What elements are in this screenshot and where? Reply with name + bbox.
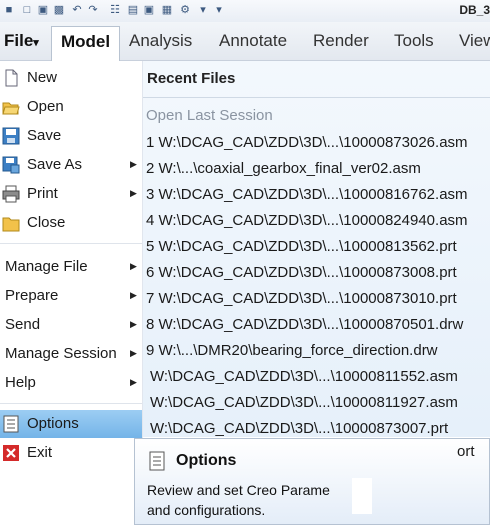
customize-icon[interactable]: ▾	[196, 4, 210, 17]
menu-item-save-label: Save	[27, 127, 62, 144]
recent-files-title: Recent Files	[147, 70, 236, 87]
save-icon[interactable]: ▩	[52, 4, 66, 17]
close-window-icon[interactable]: ▦	[160, 4, 174, 17]
partial-file-text: ort	[457, 443, 475, 460]
submenu-arrow-icon: ▶	[130, 261, 137, 271]
recent-files-divider	[143, 97, 490, 98]
submenu-arrow-icon: ▶	[130, 159, 137, 169]
window-icon[interactable]: ▤	[126, 4, 140, 17]
recent-file-item[interactable]: 5 W:\DCAG_CAD\ZDD\3D\...\10000813562.prt	[146, 238, 457, 255]
recent-file-item[interactable]: 4 W:\DCAG_CAD\ZDD\3D\...\10000824940.asm	[146, 212, 468, 229]
recent-file-item[interactable]: W:\DCAG_CAD\ZDD\3D\...\10000811552.asm	[150, 368, 458, 385]
menu-item-open-label: Open	[27, 98, 64, 115]
menu-item-exit[interactable]: Exit	[0, 439, 142, 466]
menu-item-manage-session-label: Manage Session	[5, 345, 117, 362]
menu-item-save[interactable]: Save	[0, 122, 142, 149]
menu-item-manage-session[interactable]: Manage Session ▶	[0, 340, 142, 367]
submenu-arrow-icon: ▶	[130, 290, 137, 300]
chevron-down-icon: ▾	[33, 37, 39, 49]
menu-item-save-as[interactable]: Save As ▶	[0, 151, 142, 178]
close-folder-icon	[2, 217, 20, 232]
menu-item-exit-label: Exit	[27, 444, 53, 461]
printer-icon	[2, 185, 20, 203]
tab-file-label: File	[4, 31, 34, 50]
menu-item-print-label: Print	[27, 185, 58, 202]
submenu-arrow-icon: ▶	[130, 319, 137, 329]
menu-item-print[interactable]: Print ▶	[0, 180, 142, 207]
tab-annotate[interactable]: Annotate	[219, 29, 287, 60]
window-title: DB_3	[459, 3, 490, 17]
ribbon-tabs: File▾ Model Analysis Annotate Render Too…	[0, 22, 490, 61]
recent-file-item[interactable]: W:\DCAG_CAD\ZDD\3D\...\10000811927.asm	[150, 394, 458, 411]
save-icon	[2, 127, 20, 145]
tab-tools[interactable]: Tools	[394, 29, 434, 60]
settings-icon[interactable]: ⚙	[178, 4, 192, 17]
menu-item-prepare-label: Prepare	[5, 287, 59, 304]
menu-item-open[interactable]: Open	[0, 93, 142, 120]
tab-view[interactable]: View	[459, 29, 490, 60]
save-as-icon	[2, 156, 20, 174]
recent-file-item[interactable]: 3 W:\DCAG_CAD\ZDD\3D\...\10000816762.asm	[146, 186, 468, 203]
recent-file-item[interactable]: 2 W:\...\coaxial_gearbox_final_ver02.asm	[146, 160, 421, 177]
menu-item-close[interactable]: Close	[0, 209, 142, 236]
quick-access-toolbar: ■ □ ▣ ▩ ↶ ↷ ☷ ▤ ▣ ▦ ⚙ ▾ ▾ DB_3	[0, 0, 490, 23]
menu-item-prepare[interactable]: Prepare ▶	[0, 282, 142, 309]
recent-file-item[interactable]: 6 W:\DCAG_CAD\ZDD\3D\...\10000873008.prt	[146, 264, 457, 281]
toolbar-more-icon[interactable]: ▾	[212, 4, 226, 17]
recent-files-panel: Recent Files Open Last Session 1 W:\DCAG…	[143, 61, 490, 437]
options-icon	[149, 451, 165, 471]
recent-file-item[interactable]: 9 W:\...\DMR20\bearing_force_direction.d…	[146, 342, 438, 359]
regenerate-icon[interactable]: ☷	[108, 4, 122, 17]
menu-item-new[interactable]: New	[0, 64, 142, 91]
tab-render[interactable]: Render	[313, 29, 369, 60]
menu-divider	[0, 243, 142, 244]
options-tooltip: Options Review and set Creo Parame and c…	[134, 438, 490, 525]
submenu-arrow-icon: ▶	[130, 377, 137, 387]
folder-icon[interactable]: ▣	[142, 4, 156, 17]
open-last-session-link[interactable]: Open Last Session	[146, 107, 273, 124]
recent-file-item[interactable]: 7 W:\DCAG_CAD\ZDD\3D\...\10000873010.prt	[146, 290, 457, 307]
menu-item-send-label: Send	[5, 316, 41, 333]
menu-item-options-label: Options	[27, 415, 79, 432]
menu-divider	[0, 403, 142, 404]
tooltip-occlusion	[352, 478, 372, 514]
menu-item-manage-file-label: Manage File	[5, 258, 88, 275]
recent-file-item[interactable]: 8 W:\DCAG_CAD\ZDD\3D\...\10000870501.drw	[146, 316, 463, 333]
new-file-icon[interactable]: □	[20, 4, 34, 17]
open-folder-icon[interactable]: ▣	[36, 4, 50, 17]
menu-item-manage-file[interactable]: Manage File ▶	[0, 253, 142, 280]
recent-file-item[interactable]: W:\DCAG_CAD\ZDD\3D\...\10000873007.prt	[150, 420, 448, 437]
redo-icon[interactable]: ↷	[86, 4, 100, 17]
tab-file[interactable]: File▾	[0, 29, 52, 60]
menu-item-help[interactable]: Help ▶	[0, 369, 142, 396]
undo-icon[interactable]: ↶	[70, 4, 84, 17]
file-menu: New Open Save Save As ▶ Print ▶ Close Ma…	[0, 61, 143, 525]
menu-item-save-as-label: Save As	[27, 156, 83, 173]
recent-file-item[interactable]: 1 W:\DCAG_CAD\ZDD\3D\...\10000873026.asm	[146, 134, 468, 151]
menu-item-new-label: New	[27, 69, 58, 86]
exit-icon	[3, 445, 19, 461]
menu-item-options[interactable]: Options	[0, 410, 142, 438]
menu-item-close-label: Close	[27, 214, 66, 231]
menu-item-send[interactable]: Send ▶	[0, 311, 142, 338]
submenu-arrow-icon: ▶	[130, 188, 137, 198]
submenu-arrow-icon: ▶	[130, 348, 137, 358]
tooltip-title: Options	[176, 452, 237, 469]
tab-model[interactable]: Model	[51, 26, 120, 61]
app-icon[interactable]: ■	[2, 4, 16, 17]
tab-analysis[interactable]: Analysis	[129, 29, 192, 60]
open-folder-icon	[2, 102, 20, 115]
new-file-icon	[5, 69, 18, 87]
options-icon	[3, 415, 19, 433]
menu-item-help-label: Help	[5, 374, 36, 391]
